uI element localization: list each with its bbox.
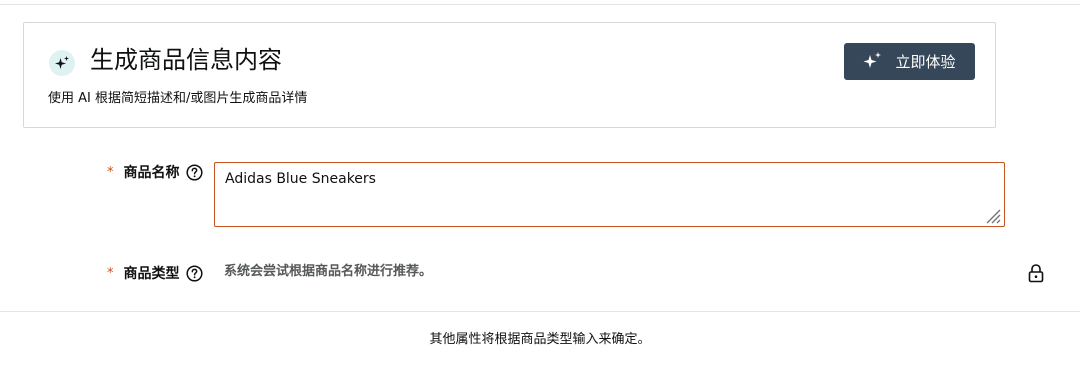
required-mark: * [107, 164, 114, 180]
try-now-label: 立即体验 [895, 54, 956, 71]
top-divider [0, 4, 1080, 5]
sparkle-icon [863, 51, 883, 73]
product-type-label-row: * 商品类型 [107, 263, 203, 283]
required-mark: * [107, 265, 114, 281]
product-name-label-row: * 商品名称 [107, 162, 203, 182]
footer-note: 其他属性将根据商品类型输入来确定。 [429, 332, 651, 347]
product-type-hint: 系统会尝试根据商品名称进行推荐。 [224, 264, 433, 279]
product-type-label: 商品类型 [123, 266, 180, 282]
card-subtitle: 使用 AI 根据简短描述和/或图片生成商品详情 [48, 91, 308, 106]
resize-handle-icon[interactable] [983, 206, 1001, 224]
product-name-label: 商品名称 [123, 165, 180, 181]
card-title: 生成商品信息内容 [90, 46, 282, 74]
lock-icon [1028, 264, 1044, 283]
help-icon[interactable] [185, 163, 203, 181]
ai-generate-card: 生成商品信息内容 使用 AI 根据简短描述和/或图片生成商品详情 立即体验 [23, 22, 996, 128]
product-name-input[interactable] [214, 162, 1005, 227]
try-now-button[interactable]: 立即体验 [844, 43, 975, 80]
sparkle-icon [49, 50, 75, 76]
help-icon[interactable] [185, 264, 203, 282]
bottom-divider [0, 311, 1080, 312]
